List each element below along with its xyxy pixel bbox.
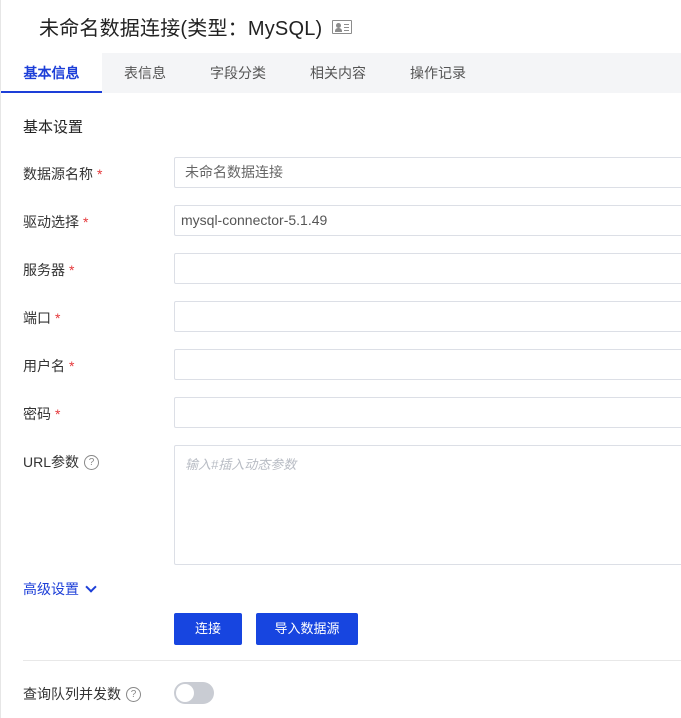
required-mark: * [55,310,61,326]
driver-select[interactable]: mysql-connector-5.1.49 [174,205,681,236]
username-input[interactable] [174,349,681,380]
required-mark: * [69,262,75,278]
username-label: 用户名 * [23,358,75,374]
help-icon[interactable]: ? [126,686,141,702]
tab-bar: 基本信息 表信息 字段分类 相关内容 操作记录 [1,53,681,93]
password-label: 密码 * [23,406,61,422]
server-input[interactable] [174,253,681,284]
tab-operation-log[interactable]: 操作记录 [388,53,488,93]
tab-table-info[interactable]: 表信息 [102,53,188,93]
server-label: 服务器 * [23,262,75,278]
password-input[interactable] [174,397,681,428]
advanced-settings-toggle[interactable]: 高级设置 [23,579,97,599]
datasource-editor: 未命名数据连接(类型：MySQL) 基本信息 表信息 字段分类 相关内容 操作记… [0,0,681,718]
connect-button[interactable]: 连接 [174,613,242,645]
page-title: 未命名数据连接(类型：MySQL) [39,17,323,40]
section-title: 基本设置 [23,119,84,136]
driver-label: 驱动选择 * [23,214,89,230]
port-label: 端口 * [23,310,61,326]
divider [23,660,681,661]
required-mark: * [97,166,103,182]
url-params-label: URL参数? [23,452,100,472]
required-mark: * [69,358,75,374]
header: 未命名数据连接(类型：MySQL) [1,0,681,52]
chevron-down-icon [85,581,97,593]
datasource-name-input[interactable]: 未命名数据连接 [174,157,681,188]
import-datasource-button[interactable]: 导入数据源 [256,613,358,645]
help-icon[interactable]: ? [84,454,100,470]
datasource-name-label: 数据源名称 * [23,166,103,182]
tab-basic-info[interactable]: 基本信息 [1,53,102,93]
port-input[interactable] [174,301,681,332]
required-mark: * [55,406,61,422]
tab-related-content[interactable]: 相关内容 [288,53,388,93]
concurrency-toggle[interactable] [174,682,214,704]
tab-field-classification[interactable]: 字段分类 [188,53,288,93]
url-params-textarea[interactable]: 输入#插入动态参数 [174,445,681,565]
concurrency-label: 查询队列并发数? [23,684,141,704]
toggle-knob [176,684,194,702]
id-card-icon[interactable] [332,20,353,34]
required-mark: * [83,214,89,230]
